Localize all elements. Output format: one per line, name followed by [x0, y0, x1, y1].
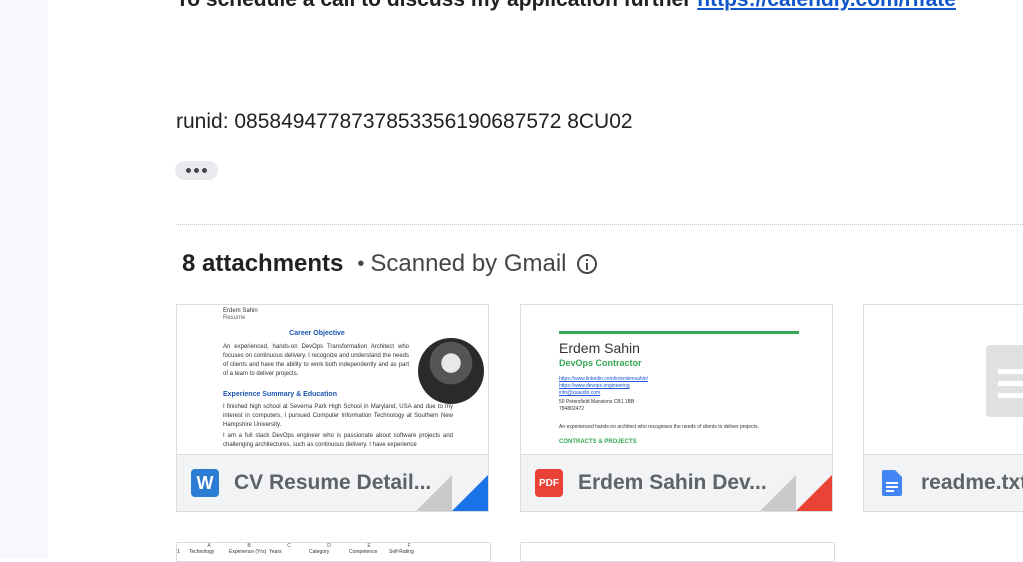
- page-fold: [416, 475, 452, 511]
- attachment-file-name: readme.txt: [921, 471, 1023, 494]
- attachment-card-next[interactable]: [520, 542, 835, 562]
- attachment-file-name: CV Resume Detail...: [234, 471, 432, 494]
- attachment-preview: Erdem Sahin DevOps Contractor https://ww…: [521, 305, 832, 456]
- pdf-icon: PDF: [535, 469, 563, 497]
- google-doc-icon: [878, 469, 906, 497]
- generic-doc-thumbnail-icon: [986, 345, 1023, 417]
- attachment-footer: readme.txt: [864, 454, 1023, 511]
- file-type-corner: [796, 475, 832, 511]
- left-rail: [0, 0, 48, 558]
- sheet-cell: Category: [309, 549, 330, 555]
- message-body-line: To schedule a call to discuss my applica…: [176, 0, 956, 12]
- preview-paragraph: I finished high school at Severna Park H…: [223, 404, 453, 428]
- preview-link: https://www.linkedin.com/in/erdemsahin/: [559, 376, 648, 382]
- preview-subtitle: Resume: [223, 315, 246, 321]
- attachment-preview: Erdem Sahin Resume Career Objective An e…: [177, 305, 488, 456]
- attachments-divider: [176, 224, 1023, 225]
- attachment-card-readme[interactable]: readme.txt: [863, 304, 1023, 512]
- preview-summary: An experienced hands-on architect who re…: [559, 424, 759, 430]
- dot: [194, 168, 199, 173]
- attachment-card-pdf[interactable]: Erdem Sahin DevOps Contractor https://ww…: [520, 304, 833, 512]
- preview-heading: Career Objective: [289, 330, 345, 337]
- preview-address: 50 Petersfield Mansions CB1 1BB: [559, 399, 635, 405]
- preview-title: DevOps Contractor: [559, 358, 642, 368]
- preview-paragraph: An experienced, hands-on DevOps Transfor…: [223, 344, 409, 377]
- calendly-link[interactable]: https://calendly.com/rifate: [697, 0, 956, 11]
- sheet-cell: 1: [177, 549, 180, 555]
- scanned-by-gmail-label: Scanned by Gmail: [370, 250, 567, 277]
- sheet-cell: Years: [269, 549, 282, 555]
- sheet-cell: Competence: [349, 549, 378, 555]
- sheet-data-row: 1 Technology Experience (Yrs) Years Cate…: [177, 549, 490, 555]
- preview-link: https://www.devops.engineering: [559, 383, 630, 389]
- preview-section: CONTRACTS & PROJECTS: [559, 439, 637, 445]
- attachment-card-spreadsheet[interactable]: A B C D E F 1 Technology Experience (Yrs…: [176, 542, 491, 562]
- preview-heading: Experience Summary & Education: [223, 391, 337, 398]
- dot: [202, 168, 207, 173]
- word-doc-icon: W: [191, 469, 219, 497]
- preview-link: info@xsaudio.com: [559, 390, 601, 396]
- attachment-card-cv-resume[interactable]: Erdem Sahin Resume Career Objective An e…: [176, 304, 489, 512]
- attachments-count: 8 attachments: [182, 250, 344, 277]
- sheet-cell: Self-Rating: [389, 549, 414, 555]
- preview-phone: 784802472: [559, 406, 585, 412]
- separator: •: [357, 252, 365, 275]
- show-trimmed-content-button[interactable]: [175, 161, 218, 180]
- header-rule: [559, 331, 799, 334]
- info-icon[interactable]: [576, 254, 597, 274]
- sheet-cell: Technology: [189, 549, 215, 555]
- dot: [186, 168, 191, 173]
- attachment-file-name: Erdem Sahin Dev...: [578, 471, 767, 494]
- file-type-corner: [452, 475, 488, 511]
- attachment-preview: [864, 305, 1023, 456]
- runid-text: runid: 0858494778737853356190687572 8CU0…: [176, 110, 633, 133]
- profile-photo: [418, 338, 484, 404]
- preview-paragraph: I am a full stack DevOps engineer who is…: [223, 433, 453, 448]
- page-fold: [760, 475, 796, 511]
- preview-name: Erdem Sahin: [559, 340, 640, 356]
- attachments-header: 8 attachments • Scanned by Gmail: [182, 250, 597, 278]
- schedule-text: To schedule a call to discuss my applica…: [176, 0, 697, 11]
- sheet-cell: Experience (Yrs): [229, 549, 267, 555]
